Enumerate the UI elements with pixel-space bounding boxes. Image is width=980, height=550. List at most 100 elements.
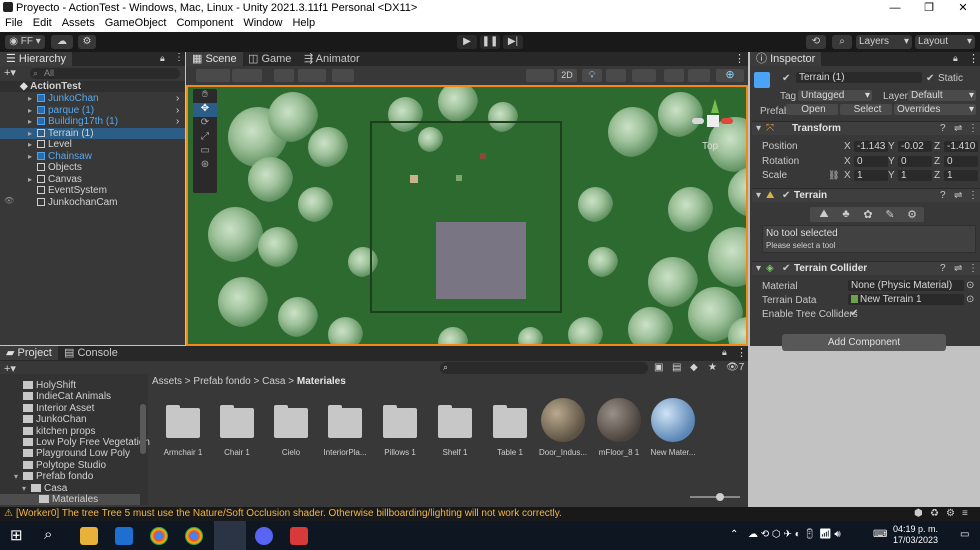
breadcrumb-item[interactable]: Materiales xyxy=(297,376,346,387)
folder-tree-item[interactable]: Low Poly Free Vegetation xyxy=(0,437,150,448)
terrain-data-field[interactable]: New Terrain 1 xyxy=(848,294,964,305)
shading-button[interactable] xyxy=(232,69,262,82)
move-tool-icon[interactable]: ✥ xyxy=(193,103,217,117)
tab-scene[interactable]: ▦ Scene xyxy=(186,52,243,66)
cache-icon[interactable]: ♻ xyxy=(930,507,939,521)
tab-console[interactable]: ▤ Console xyxy=(58,346,124,360)
static-checkbox[interactable]: ✔ xyxy=(926,73,934,84)
asset-item[interactable]: Chair 1 xyxy=(212,398,262,457)
layer-dropdown[interactable]: Default ▾ xyxy=(908,90,976,101)
asset-item[interactable]: mFloor_8 1 xyxy=(594,398,644,457)
effects-icon[interactable] xyxy=(632,69,656,82)
preset-icon[interactable]: ⇌ xyxy=(954,263,962,274)
preset-icon[interactable]: ⇌ xyxy=(954,123,962,134)
search-icon[interactable]: ⌕ xyxy=(44,526,52,543)
folder-tree-item[interactable]: ▾ Casa xyxy=(0,483,67,494)
hand-tool-icon[interactable]: ✋︎ xyxy=(193,89,217,103)
search-icon[interactable]: ⌕ xyxy=(832,35,852,49)
step-button[interactable]: ▶| xyxy=(503,35,523,49)
add-component-button[interactable]: Add Component xyxy=(782,334,946,351)
asset-item[interactable]: Shelf 1 xyxy=(430,398,480,457)
increment-snap-button[interactable] xyxy=(332,69,354,82)
more-icon[interactable]: ⋮ xyxy=(174,52,184,63)
tray-chevron-up-icon[interactable]: ⌃ xyxy=(730,529,738,540)
object-picker-icon[interactable]: ⊙ xyxy=(966,280,974,291)
cloud-icon[interactable]: ☁ xyxy=(51,35,73,49)
help-icon[interactable]: ? xyxy=(940,190,946,201)
chrome-icon[interactable] xyxy=(150,527,168,545)
terrain-header[interactable]: ▾ ⛰︎ ✔ Terrain ? ⇌ ⋮ xyxy=(752,188,980,202)
play-button[interactable]: ▶ xyxy=(457,35,477,49)
hierarchy-search-input[interactable]: ⌕ All xyxy=(30,68,180,79)
chevron-down-icon[interactable]: ▾ xyxy=(14,471,23,482)
terrain-enabled-checkbox[interactable]: ✔ xyxy=(782,190,790,201)
position-y-field[interactable]: -0.02 xyxy=(898,141,932,152)
scene-root[interactable]: ◆ ActionTest xyxy=(0,81,185,92)
notifications-icon[interactable]: ▭ xyxy=(960,529,969,540)
hierarchy-item[interactable]: ▸ Building17th (1) › xyxy=(0,116,185,127)
chevron-right-icon[interactable]: ▸ xyxy=(28,174,37,185)
layers-dropdown[interactable]: Layers ▾ xyxy=(856,35,912,49)
tab-game[interactable]: ◫ Game xyxy=(242,52,297,66)
lock-icon[interactable]: 🔒︎ xyxy=(722,347,727,358)
zoom-slider-handle[interactable] xyxy=(716,493,724,501)
pause-button[interactable]: ❚❚ xyxy=(480,35,500,49)
draw-mode-button[interactable] xyxy=(196,69,230,82)
scale-tool-icon[interactable]: ⤢ xyxy=(193,131,217,145)
paint-texture-icon[interactable]: ✎ xyxy=(880,208,900,221)
gizmos-icon[interactable]: ⊕ xyxy=(716,69,744,82)
tag-dropdown[interactable]: Untagged ▾ xyxy=(798,90,872,101)
transform-header[interactable]: ▾ ⤧ Transform ? ⇌ ⋮ xyxy=(752,121,980,135)
folder-tree-item[interactable]: Polytope Studio xyxy=(0,460,106,471)
prefab-open-chevron-icon[interactable]: › xyxy=(176,105,179,116)
clock[interactable]: 04:19 p. m. 17/03/2023 xyxy=(893,524,938,546)
raise-terrain-icon[interactable]: ⛰︎ xyxy=(814,208,834,221)
link-icon[interactable]: ⛓︎ xyxy=(828,170,839,181)
chevron-right-icon[interactable]: ▸ xyxy=(28,128,37,139)
collab-icon[interactable]: ⚙ xyxy=(78,35,96,49)
asset-item[interactable]: Pillows 1 xyxy=(375,398,425,457)
help-icon[interactable]: ? xyxy=(940,263,946,274)
tab-animator[interactable]: ⇶ Animator xyxy=(298,52,366,66)
tree-colliders-checkbox[interactable]: ✔ xyxy=(850,308,858,319)
lighting-icon[interactable]: 💡︎ xyxy=(582,69,602,82)
2d-toggle[interactable]: 2D xyxy=(557,69,577,82)
folder-tree-item[interactable]: Playground Low Poly xyxy=(0,448,130,459)
rotation-z-field[interactable]: 0 xyxy=(944,156,978,167)
hierarchy-item[interactable]: ▸ JunkoChan › xyxy=(0,93,185,104)
breadcrumb-item[interactable]: Prefab fondo xyxy=(193,376,250,387)
object-picker-icon[interactable]: ⊙ xyxy=(966,294,974,305)
rotation-y-field[interactable]: 0 xyxy=(898,156,932,167)
gizmo-y-axis[interactable] xyxy=(711,99,719,113)
chevron-down-icon[interactable]: ▾ xyxy=(22,483,31,494)
chevron-right-icon[interactable]: ▸ xyxy=(28,93,37,104)
more-icon[interactable]: ⋮ xyxy=(968,190,978,201)
folder-tree-item[interactable]: ▾ Prefab fondo xyxy=(0,471,93,482)
breadcrumb-item[interactable]: Casa xyxy=(262,376,285,387)
asset-item[interactable]: InteriorPla... xyxy=(320,398,370,457)
object-name-field[interactable]: Terrain (1) xyxy=(796,72,922,83)
menu-file[interactable]: File xyxy=(0,16,28,29)
hierarchy-item[interactable]: JunkochanCam xyxy=(0,197,185,208)
gizmo-center[interactable] xyxy=(707,115,719,127)
help-icon[interactable]: ? xyxy=(940,123,946,134)
audio-icon[interactable] xyxy=(606,69,626,82)
preset-icon[interactable]: ⇌ xyxy=(954,190,962,201)
more-icon[interactable]: ⋮ xyxy=(736,346,747,359)
menu-help[interactable]: Help xyxy=(287,16,320,29)
more-icon[interactable]: ⋮ xyxy=(968,123,978,134)
orientation-gizmo[interactable]: Top xyxy=(688,97,738,157)
more-icon[interactable]: ⋮ xyxy=(968,263,978,274)
tab-hierarchy[interactable]: ☰ Hierarchy xyxy=(0,52,72,66)
status-bar[interactable]: ⚠ [Worker0] The tree Tree 5 must use the… xyxy=(0,507,980,521)
tab-project[interactable]: ▰ Project xyxy=(0,346,58,360)
scale-y-field[interactable]: 1 xyxy=(898,170,932,181)
hierarchy-item[interactable]: ▸ Level xyxy=(0,139,185,150)
keyboard-icon[interactable]: ⌨ xyxy=(873,529,887,540)
hierarchy-item[interactable]: ▸ Canvas xyxy=(0,174,185,185)
discord-icon[interactable] xyxy=(255,527,273,545)
tab-inspector[interactable]: ⓘ Inspector xyxy=(750,52,822,66)
menu-assets[interactable]: Assets xyxy=(57,16,100,29)
chrome-profile-icon[interactable] xyxy=(185,527,203,545)
breadcrumb-item[interactable]: Assets xyxy=(152,376,182,387)
